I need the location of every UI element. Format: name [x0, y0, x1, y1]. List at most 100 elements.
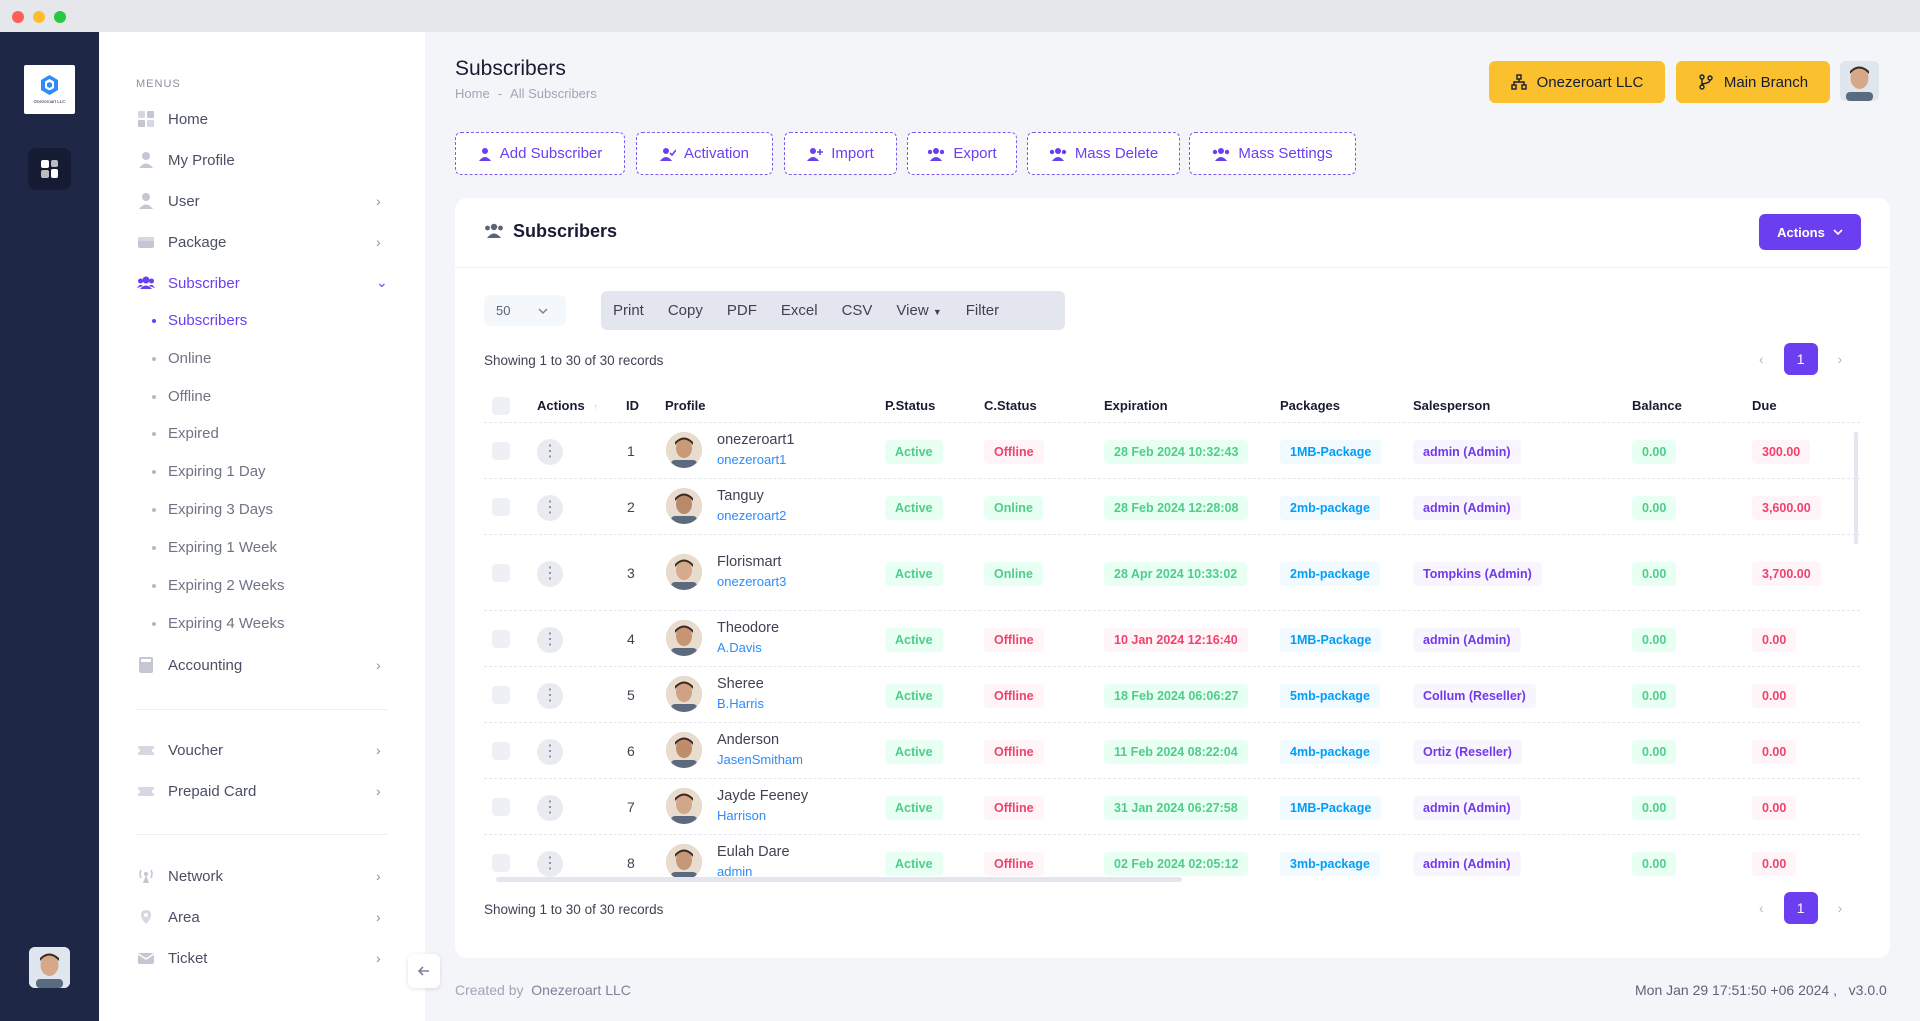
sidebar-subitem-expiring-1-day[interactable]: Expiring 1 Day	[152, 463, 266, 480]
subscriber-username-link[interactable]: onezeroart3	[717, 574, 786, 589]
vertical-scrollbar[interactable]	[1854, 432, 1858, 544]
select-all-checkbox[interactable]	[492, 397, 510, 415]
dashboard-rail-button[interactable]	[28, 148, 71, 190]
column-header-id[interactable]: ID	[626, 398, 639, 413]
horizontal-scrollbar[interactable]	[496, 877, 1182, 882]
add-subscriber-button[interactable]: Add Subscriber	[455, 132, 625, 175]
sidebar-subitem-subscribers[interactable]: Subscribers	[152, 312, 247, 329]
sidebar-item-area[interactable]: Area	[136, 904, 200, 930]
row-checkbox[interactable]	[492, 798, 510, 816]
row-checkbox[interactable]	[492, 742, 510, 760]
filter-button[interactable]: Filter	[954, 302, 1011, 319]
subscriber-username-link[interactable]: A.Davis	[717, 640, 762, 655]
sidebar-item-user[interactable]: User	[136, 188, 200, 214]
breadcrumb-current: All Subscribers	[510, 86, 597, 101]
sidebar-item-network[interactable]: Network	[136, 863, 223, 889]
breadcrumb-home[interactable]: Home	[455, 86, 490, 101]
header-avatar[interactable]	[1840, 61, 1879, 101]
subscriber-username-link[interactable]: JasenSmitham	[717, 752, 803, 767]
row-actions-menu-icon[interactable]: ⋮	[537, 627, 563, 653]
actions-dropdown-button[interactable]: Actions	[1759, 214, 1861, 250]
column-header-balance[interactable]: Balance	[1632, 398, 1682, 413]
table-row[interactable]: ⋮ 2 Tanguy onezeroart2 Active Online 28 Feb 20…	[484, 479, 1860, 535]
sidebar-collapse-button[interactable]	[408, 954, 440, 988]
next-page-icon[interactable]: ›	[1838, 900, 1843, 916]
column-header-pstatus[interactable]: P.Status	[885, 398, 935, 413]
subscriber-username-link[interactable]: Harrison	[717, 808, 766, 823]
footer-company-link[interactable]: Onezeroart LLC	[531, 982, 631, 998]
maximize-window-dot[interactable]	[54, 11, 66, 23]
sidebar-item-package[interactable]: Package	[136, 229, 226, 255]
sidebar-item-ticket[interactable]: Ticket	[136, 945, 207, 971]
row-actions-menu-icon[interactable]: ⋮	[537, 683, 563, 709]
subscriber-username-link[interactable]: onezeroart1	[717, 452, 786, 467]
cstatus-badge: Offline	[984, 796, 1044, 820]
row-checkbox[interactable]	[492, 854, 510, 872]
sidebar-item-voucher[interactable]: Voucher	[136, 737, 223, 763]
sidebar-subitem-online[interactable]: Online	[152, 350, 211, 367]
sidebar-subitem-expiring-3-days[interactable]: Expiring 3 Days	[152, 501, 273, 518]
sidebar-item-home[interactable]: Home	[136, 106, 208, 132]
sidebar-subitem-expired[interactable]: Expired	[152, 425, 219, 442]
column-header-due[interactable]: Due	[1752, 398, 1777, 413]
column-header-cstatus[interactable]: C.Status	[984, 398, 1037, 413]
csv-button[interactable]: CSV	[830, 302, 885, 319]
row-checkbox[interactable]	[492, 442, 510, 460]
sidebar-item-my-profile[interactable]: My Profile	[136, 147, 235, 173]
column-header-packages[interactable]: Packages	[1280, 398, 1340, 413]
sidebar-subitem-expiring-4-weeks[interactable]: Expiring 4 Weeks	[152, 615, 284, 632]
table-row[interactable]: ⋮ 6 Anderson JasenSmitham Active Offline 11 Fe…	[484, 723, 1860, 779]
row-checkbox[interactable]	[492, 630, 510, 648]
app-logo[interactable]: Onezeroart LLC	[24, 65, 75, 114]
column-header-actions[interactable]: Actions	[537, 398, 585, 413]
page-length-select[interactable]: 50	[484, 295, 566, 326]
sidebar-item-prepaid-card[interactable]: Prepaid Card	[136, 778, 256, 804]
next-page-icon[interactable]: ›	[1838, 351, 1843, 367]
row-actions-menu-icon[interactable]: ⋮	[537, 439, 563, 465]
table-row[interactable]: ⋮ 3 Florismart onezeroart3 Active Online 28 Ap…	[484, 545, 1860, 601]
company-button[interactable]: Onezeroart LLC	[1489, 61, 1665, 103]
table-row[interactable]: ⋮ 8 Eulah Dare admin Active Offline 02 Feb 202…	[484, 835, 1860, 891]
column-header-salesperson[interactable]: Salesperson	[1413, 398, 1490, 413]
sidebar-item-label: Prepaid Card	[168, 782, 257, 800]
table-row[interactable]: ⋮ 5 Sheree B.Harris Active Offline 18 Feb 2024…	[484, 667, 1860, 723]
mass-delete-button[interactable]: Mass Delete	[1027, 132, 1180, 175]
pdf-button[interactable]: PDF	[715, 302, 769, 319]
import-button[interactable]: Import	[784, 132, 897, 175]
subscriber-username-link[interactable]: B.Harris	[717, 696, 764, 711]
row-checkbox[interactable]	[492, 564, 510, 582]
row-actions-menu-icon[interactable]: ⋮	[537, 561, 563, 587]
prev-page-icon[interactable]: ‹	[1759, 900, 1764, 916]
sidebar-subitem-expiring-1-week[interactable]: Expiring 1 Week	[152, 539, 277, 556]
export-button[interactable]: Export	[907, 132, 1017, 175]
row-actions-menu-icon[interactable]: ⋮	[537, 495, 563, 521]
sidebar-item-accounting[interactable]: Accounting	[136, 652, 242, 678]
table-row[interactable]: ⋮ 4 Theodore A.Davis Active Offline 10 Jan 202…	[484, 611, 1860, 667]
branch-button[interactable]: Main Branch	[1676, 61, 1830, 103]
close-window-dot[interactable]	[12, 11, 24, 23]
activation-button[interactable]: Activation	[636, 132, 773, 175]
table-row[interactable]: ⋮ 1 onezeroart1 onezeroart1 Active Offline 28 …	[484, 423, 1860, 479]
minimize-window-dot[interactable]	[33, 11, 45, 23]
sidebar-subitem-offline[interactable]: Offline	[152, 388, 211, 405]
column-header-expiration[interactable]: Expiration	[1104, 398, 1168, 413]
page-button-1[interactable]: 1	[1783, 892, 1818, 924]
mass-settings-button[interactable]: Mass Settings	[1189, 132, 1356, 175]
sidebar-item-subscriber[interactable]: Subscriber	[136, 270, 240, 296]
row-checkbox[interactable]	[492, 686, 510, 704]
page-button-1[interactable]: 1	[1783, 343, 1818, 375]
subscriber-username-link[interactable]: onezeroart2	[717, 508, 786, 523]
column-header-profile[interactable]: Profile	[665, 398, 705, 413]
excel-button[interactable]: Excel	[769, 302, 830, 319]
table-row[interactable]: ⋮ 7 Jayde Feeney Harrison Active Offline 31 Ja…	[484, 779, 1860, 835]
print-button[interactable]: Print	[601, 302, 656, 319]
copy-button[interactable]: Copy	[656, 302, 715, 319]
row-actions-menu-icon[interactable]: ⋮	[537, 795, 563, 821]
view-button[interactable]: View ▼	[884, 302, 953, 319]
row-actions-menu-icon[interactable]: ⋮	[537, 851, 563, 877]
sidebar-subitem-expiring-2-weeks[interactable]: Expiring 2 Weeks	[152, 577, 284, 594]
user-avatar[interactable]	[29, 947, 70, 988]
row-checkbox[interactable]	[492, 498, 510, 516]
prev-page-icon[interactable]: ‹	[1759, 351, 1764, 367]
row-actions-menu-icon[interactable]: ⋮	[537, 739, 563, 765]
